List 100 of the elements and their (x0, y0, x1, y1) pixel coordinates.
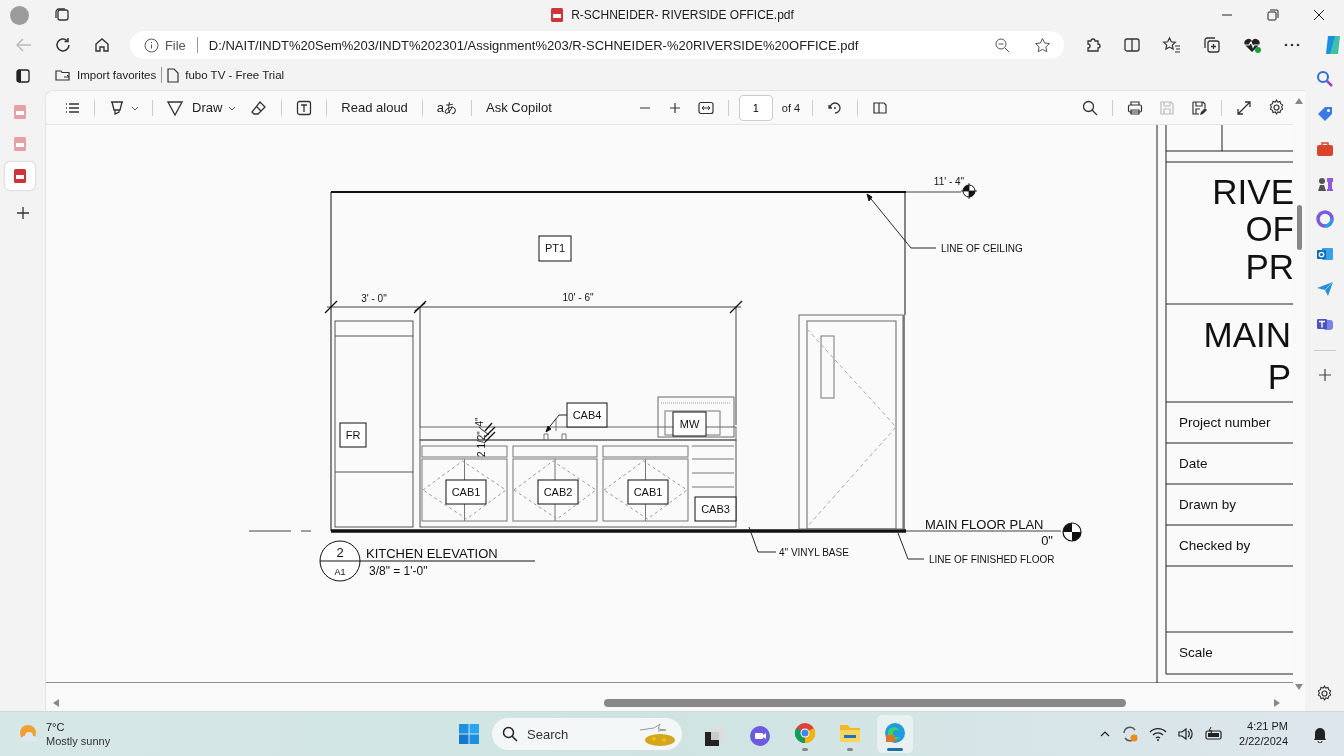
pdf-file-icon (550, 7, 565, 23)
read-aloud-button[interactable]: Read aloud (333, 94, 416, 121)
tabs-icon[interactable] (54, 7, 70, 23)
translate-button[interactable]: aあ (428, 94, 466, 121)
view-title: KITCHEN ELEVATION (366, 546, 498, 561)
dimension-text: 4" (474, 417, 485, 427)
browser-wave-icon (883, 721, 907, 745)
leader-line (748, 526, 777, 553)
project-title: PR (1245, 247, 1293, 286)
elevation-tag: FR (339, 422, 367, 448)
plus-icon[interactable] (15, 206, 30, 220)
fit-width-icon[interactable] (697, 100, 714, 115)
scroll-down-icon[interactable] (1294, 683, 1304, 691)
paper-plane-icon[interactable] (1315, 280, 1334, 298)
page-view-icon[interactable] (872, 99, 889, 116)
title-block-label: Checked by (1179, 538, 1251, 553)
collections-icon[interactable] (1203, 36, 1221, 54)
note-text: 4" VINYL BASE (779, 547, 849, 558)
search-icon[interactable] (1082, 99, 1098, 116)
title-block-label: Date (1179, 456, 1208, 471)
heart-pulse-icon[interactable] (1242, 36, 1262, 54)
draw-button[interactable]: Draw (159, 94, 231, 121)
chess-pieces-icon[interactable] (1315, 175, 1334, 193)
notification-bell-icon[interactable] (1312, 725, 1328, 743)
eraser-icon[interactable] (251, 99, 268, 116)
favorite-star-icon[interactable] (1034, 36, 1051, 54)
scroll-up-icon[interactable] (1294, 97, 1304, 105)
elevation-tag: PT1 (538, 235, 572, 262)
view-scale: 3/8" = 1'-0" (369, 564, 428, 578)
scroll-right-icon[interactable] (1273, 698, 1281, 708)
pen-icon (167, 99, 183, 116)
zoom-out-icon[interactable] (994, 37, 1010, 53)
note-text: LINE OF CEILING (941, 243, 1023, 254)
title-block-label: Drawn by (1179, 497, 1237, 512)
refresh-icon[interactable] (53, 36, 72, 54)
home-icon[interactable] (92, 36, 111, 54)
title-block-label: Scale (1179, 645, 1213, 660)
sync-icon[interactable] (1121, 725, 1140, 743)
restore-icon[interactable] (1266, 8, 1280, 22)
weather-condition: Mostly sunny (46, 734, 111, 748)
pdf-file-icon (13, 168, 27, 184)
scroll-left-icon[interactable] (52, 698, 60, 708)
settings-icon[interactable] (1316, 685, 1333, 702)
search-icon (502, 726, 518, 742)
extensions-icon[interactable] (1084, 36, 1102, 54)
browser-ball-icon (793, 721, 817, 745)
zoom-in-icon[interactable] (667, 100, 682, 115)
briefcase-icon[interactable] (1315, 140, 1334, 158)
wifi-icon[interactable] (1149, 726, 1168, 742)
text-box-icon[interactable] (296, 99, 313, 116)
level-name: MAIN FLOOR PLAN (925, 517, 1044, 532)
clock-date[interactable]: 2/22/2024 (1239, 734, 1288, 749)
dimension-text: 3' - 0" (361, 293, 387, 304)
note-text: LINE OF FINISHED FLOOR (929, 554, 1055, 565)
temperature: 7°C (46, 720, 66, 734)
address-bar[interactable]: File D:/NAIT/INDT%20Sem%203/INDT%202301/Assignment%203/R-SCHNEIDER-%20RIVERSIDE%20OFFICE.pdf (129, 31, 1064, 59)
save-as-icon[interactable] (1191, 99, 1207, 116)
pdf-file-icon (13, 104, 27, 120)
page-count: of 4 (781, 101, 801, 114)
elevation-tag: CAB2 (537, 479, 579, 505)
scrollbar-thumb[interactable] (1296, 205, 1302, 250)
leader-line (545, 414, 568, 433)
mail-icon[interactable] (1315, 245, 1334, 263)
ask-copilot-button[interactable]: Ask Copilot (478, 94, 560, 121)
level-elevation: 0" (1041, 533, 1053, 548)
elevation-tag: CAB4 (566, 402, 608, 428)
dimension-text: 11' - 4" (933, 176, 965, 187)
leader-line (866, 193, 937, 249)
url-scheme: File (164, 37, 186, 53)
highlighter-icon[interactable] (109, 99, 125, 116)
page-icon (167, 67, 180, 83)
dimension-text: 10' - 6" (562, 292, 594, 303)
elevation-tag: CAB3 (694, 496, 737, 522)
elevation-tag: MW (672, 411, 707, 437)
print-icon[interactable] (1127, 99, 1143, 116)
window-title: R-SCHNEIDER- RIVERSIDE OFFICE.pdf (571, 8, 794, 22)
favorites-link[interactable]: fubo TV - Free Trial (167, 67, 285, 83)
fullscreen-icon[interactable] (1236, 99, 1252, 116)
rotate-icon[interactable] (827, 99, 844, 116)
page-number-field[interactable]: 1 (738, 94, 773, 121)
start-icon[interactable] (458, 723, 480, 745)
scrollbar-thumb[interactable] (604, 699, 1126, 707)
plus-icon[interactable] (1317, 368, 1332, 382)
project-title: RIVE (1212, 172, 1293, 211)
split-screen-icon[interactable] (1123, 36, 1141, 54)
volume-icon[interactable] (1177, 726, 1196, 742)
stacked-squares-icon (703, 724, 727, 748)
taskbar-search[interactable]: Search (492, 718, 682, 750)
title-block-label: Project number (1179, 415, 1271, 430)
dimension-text: 2 1/2" (476, 431, 487, 457)
settings-icon[interactable] (1268, 99, 1285, 116)
favorites-link[interactable]: Import favorites (55, 68, 157, 82)
vertical-tab[interactable] (5, 162, 35, 190)
tab-panel-icon[interactable] (14, 68, 31, 84)
clock-time[interactable]: 4:21 PM (1247, 719, 1288, 734)
info-icon (143, 37, 159, 53)
office-icon[interactable] (1315, 210, 1334, 228)
project-title: OF (1245, 209, 1293, 248)
close-icon[interactable] (1312, 8, 1326, 22)
favorites-icon[interactable] (1162, 36, 1182, 54)
